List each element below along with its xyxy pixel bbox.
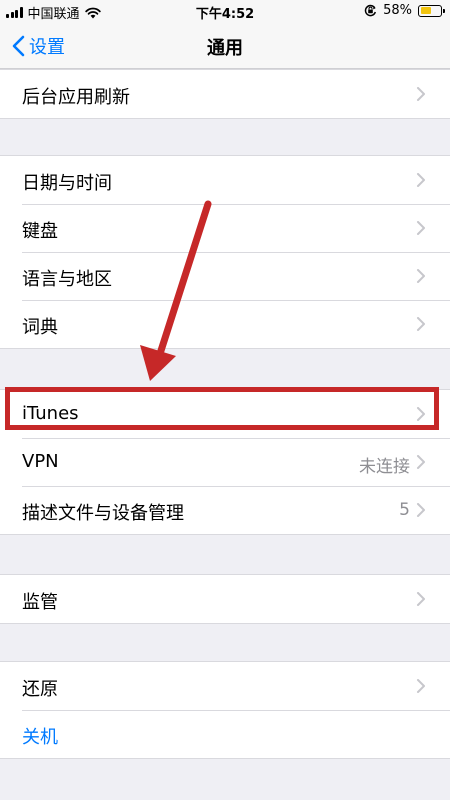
chevron-right-icon [417,407,425,421]
row-reset[interactable]: 还原 [0,662,450,710]
battery-icon [418,4,445,17]
row-date-time[interactable]: 日期与时间 [0,156,450,204]
chevron-right-icon [417,679,425,693]
settings-group-reset: 还原 关机 [0,661,450,759]
chevron-right-icon [417,269,425,283]
navigation-bar: 设置 通用 [0,22,450,69]
row-label: VPN [22,451,59,472]
settings-group-background: 后台应用刷新 [0,69,450,119]
row-label: 日期与时间 [22,173,112,194]
row-dictionary[interactable]: 词典 [0,300,450,348]
chevron-right-icon [417,87,425,101]
row-label: iTunes [22,403,79,424]
shut-down-button[interactable]: 关机 [22,723,58,749]
status-bar: 中国联通 下午4:52 58% [0,0,450,22]
chevron-right-icon [417,317,425,331]
row-label: 后台应用刷新 [22,87,130,108]
row-label: 描述文件与设备管理 [22,503,184,524]
chevron-right-icon [417,455,425,469]
row-profiles-device-management[interactable]: 描述文件与设备管理 5 [0,486,450,534]
row-itunes[interactable]: iTunes [0,390,450,438]
row-label: 还原 [22,679,58,700]
row-supervision[interactable]: 监管 [0,575,450,623]
row-value: 5 [399,500,410,520]
row-shut-down[interactable]: 关机 [0,710,450,758]
row-vpn[interactable]: VPN 未连接 [0,438,450,486]
orientation-lock-icon [364,4,377,17]
row-label: 语言与地区 [22,269,112,290]
row-value: 未连接 [359,457,410,477]
settings-group-supervision: 监管 [0,574,450,624]
row-background-app-refresh[interactable]: 后台应用刷新 [0,70,450,118]
chevron-right-icon [417,221,425,235]
row-language-region[interactable]: 语言与地区 [0,252,450,300]
status-right: 58% [364,3,445,18]
row-keyboard[interactable]: 键盘 [0,204,450,252]
page-title: 通用 [207,38,243,59]
annotation-arrow-head [140,345,176,381]
row-label: 监管 [22,592,58,613]
settings-group-locale: 日期与时间 键盘 语言与地区 词典 [0,155,450,349]
chevron-right-icon [417,503,425,517]
row-label: 键盘 [22,221,58,242]
settings-group-sync: iTunes VPN 未连接 描述文件与设备管理 5 [0,389,450,535]
battery-percent: 58% [383,3,412,18]
battery-level [420,7,431,14]
chevron-right-icon [417,173,425,187]
chevron-right-icon [417,592,425,606]
row-label: 词典 [22,317,58,338]
